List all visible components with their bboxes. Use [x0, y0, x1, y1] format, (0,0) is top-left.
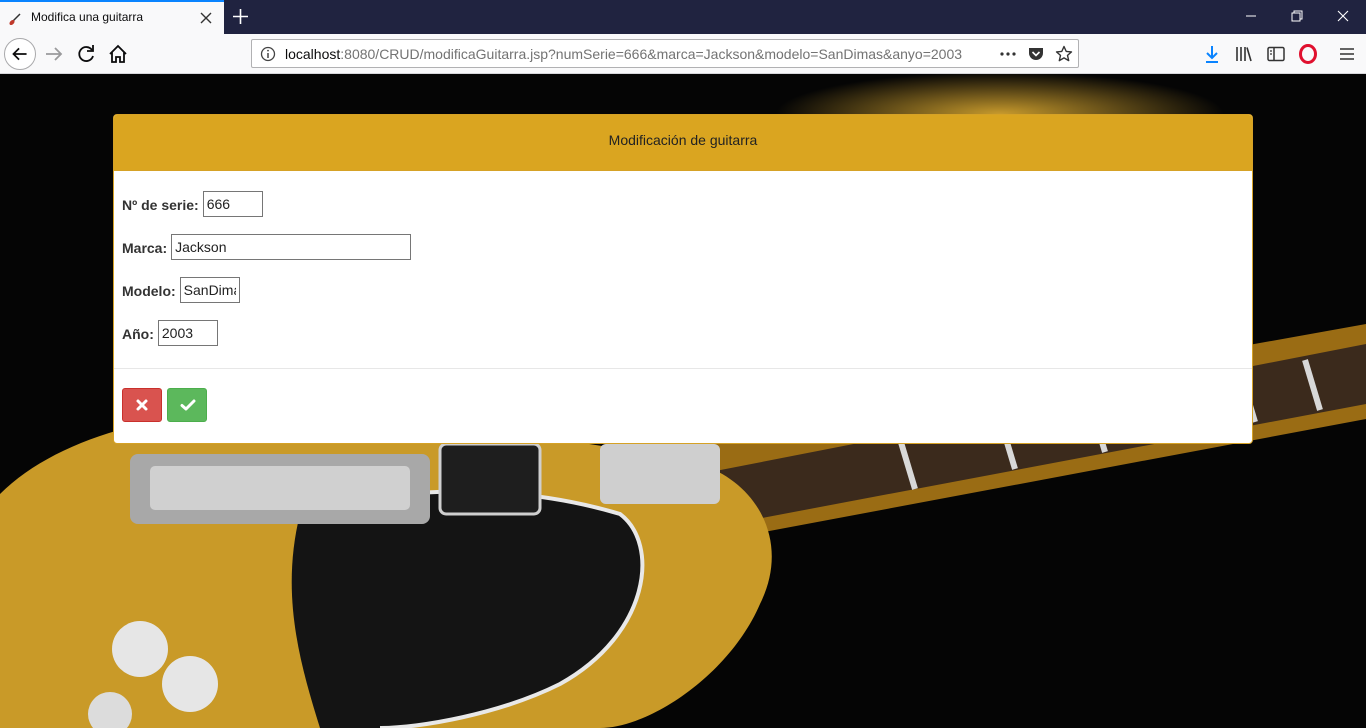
opera-icon[interactable] [1298, 44, 1318, 64]
brand-input[interactable] [171, 234, 412, 260]
info-icon[interactable] [260, 46, 276, 62]
brand-row: Marca: [122, 234, 1244, 277]
reload-icon[interactable] [72, 40, 100, 68]
serial-input[interactable] [202, 191, 263, 217]
cancel-button[interactable] [122, 388, 162, 422]
sidebar-icon[interactable] [1266, 44, 1286, 64]
star-icon[interactable] [1055, 45, 1073, 63]
panel-footer [114, 369, 1252, 441]
forward-arrow-icon[interactable] [40, 40, 68, 68]
more-horizontal-icon[interactable] [999, 45, 1017, 63]
hamburger-menu-icon[interactable] [1337, 44, 1357, 64]
model-label: Modelo: [122, 283, 176, 299]
check-icon [180, 399, 196, 411]
url-bar[interactable]: localhost:8080/CRUD/modificaGuitarra.jsp… [251, 39, 1079, 68]
close-icon[interactable] [1337, 10, 1349, 22]
guitar-form: Nº de serie: Marca: Modelo: Año: [114, 171, 1252, 369]
page-content: Modificación de guitarra Nº de serie: Ma… [0, 74, 1366, 728]
tab-title: Modifica una guitarra [31, 10, 144, 24]
year-label: Año: [122, 326, 154, 342]
home-icon[interactable] [104, 40, 132, 68]
year-row: Año: [122, 320, 1244, 363]
tab-bar: Modifica una guitarra [0, 0, 1366, 34]
restore-icon[interactable] [1291, 10, 1303, 22]
confirm-button[interactable] [167, 388, 208, 422]
model-input[interactable] [179, 277, 240, 303]
year-input[interactable] [157, 320, 218, 346]
guitar-icon [9, 13, 21, 26]
library-icon[interactable] [1234, 44, 1254, 64]
serial-label: Nº de serie: [122, 197, 199, 213]
pocket-icon[interactable] [1027, 45, 1045, 63]
url-path: :8080/CRUD/modificaGuitarra.jsp?numSerie… [340, 46, 963, 62]
url-host: localhost [285, 46, 341, 62]
download-icon[interactable] [1202, 44, 1222, 64]
back-arrow-icon[interactable] [4, 38, 36, 70]
model-row: Modelo: [122, 277, 1244, 320]
browser-tab[interactable]: Modifica una guitarra [0, 0, 224, 34]
brand-label: Marca: [122, 240, 168, 256]
url-text[interactable]: localhost:8080/CRUD/modificaGuitarra.jsp… [285, 46, 962, 62]
edit-guitar-panel: Modificación de guitarra Nº de serie: Ma… [113, 114, 1253, 444]
minimize-icon[interactable] [1245, 10, 1257, 22]
panel-heading: Modificación de guitarra [114, 115, 1252, 171]
navigation-toolbar: localhost:8080/CRUD/modificaGuitarra.jsp… [0, 34, 1366, 74]
times-icon [136, 399, 148, 411]
plus-icon[interactable] [232, 8, 249, 25]
close-icon[interactable] [199, 11, 213, 25]
serial-row: Nº de serie: [122, 191, 1244, 234]
